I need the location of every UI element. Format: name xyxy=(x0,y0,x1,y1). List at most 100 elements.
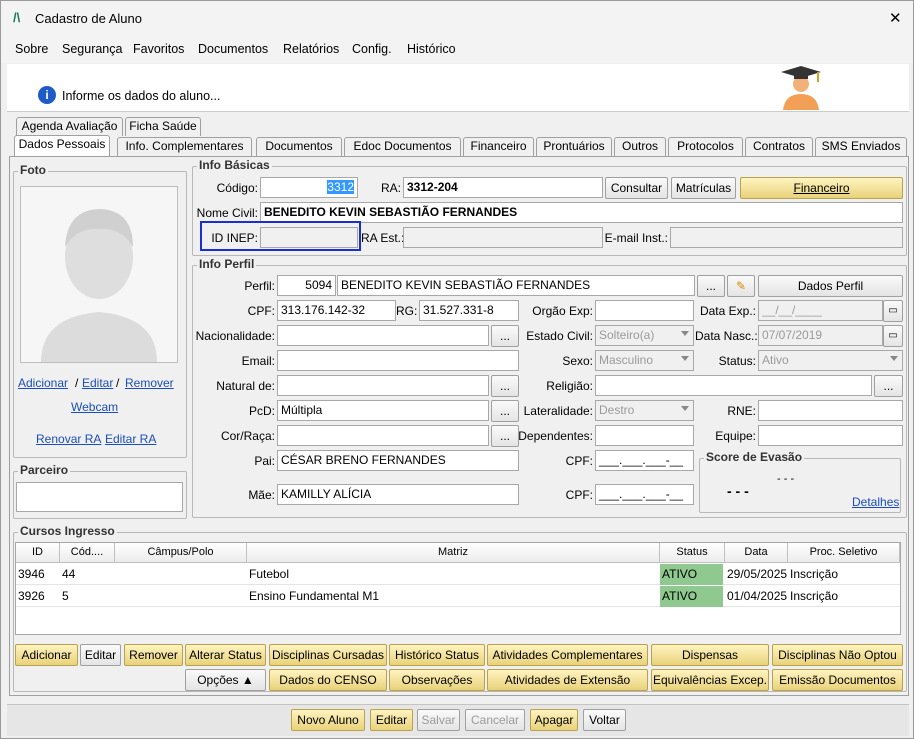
cor-raca-field[interactable] xyxy=(277,425,489,446)
tab-prontuarios[interactable]: Prontuários xyxy=(536,137,612,156)
tab-ficha-saude[interactable]: Ficha Saúde xyxy=(125,117,201,136)
detalhes-link[interactable]: Detalhes xyxy=(852,495,899,509)
tab-agenda-avaliacao[interactable]: Agenda Avaliação xyxy=(16,117,123,136)
calendar-icon[interactable]: ▭ xyxy=(883,300,903,322)
foto-adicionar-link[interactable]: Adicionar xyxy=(18,376,68,390)
perfil-nome-field[interactable]: BENEDITO KEVIN SEBASTIÃO FERNANDES xyxy=(337,275,695,296)
atividades-extensao-button[interactable]: Atividades de Extensão xyxy=(487,669,648,691)
dispensas-button[interactable]: Dispensas xyxy=(651,644,769,666)
calendar-icon[interactable]: ▭ xyxy=(883,325,903,347)
matriculas-button[interactable]: Matrículas xyxy=(671,177,736,199)
email-field[interactable] xyxy=(277,350,519,371)
menu-sobre[interactable]: Sobre xyxy=(15,42,48,56)
cell-id: 3946 xyxy=(18,567,45,581)
historico-status-button[interactable]: Histórico Status xyxy=(389,644,485,666)
financeiro-button[interactable]: Financeiro xyxy=(740,177,903,199)
col-status[interactable]: Status xyxy=(660,543,725,563)
ra-est-field[interactable] xyxy=(403,227,603,248)
estado-civil-select[interactable]: Solteiro(a) xyxy=(595,325,694,346)
salvar-button[interactable]: Salvar xyxy=(417,709,460,731)
menu-historico[interactable]: Histórico xyxy=(407,42,456,56)
pcd-field[interactable]: Múltipla xyxy=(277,400,489,421)
tab-outros[interactable]: Outros xyxy=(614,137,666,156)
voltar-button[interactable]: Voltar xyxy=(583,709,626,731)
tab-info-complementares[interactable]: Info. Complementares xyxy=(117,137,252,156)
equivalencias-button[interactable]: Equivalências Excep. xyxy=(651,669,769,691)
nome-civil-field[interactable]: BENEDITO KEVIN SEBASTIÃO FERNANDES xyxy=(260,202,903,223)
nacionalidade-field[interactable] xyxy=(277,325,489,346)
data-nasc-field[interactable]: 07/07/2019 xyxy=(758,325,883,346)
menu-documentos[interactable]: Documentos xyxy=(198,42,268,56)
menu-favoritos[interactable]: Favoritos xyxy=(133,42,184,56)
orgao-exp-field[interactable] xyxy=(595,300,694,321)
consultar-button[interactable]: Consultar xyxy=(605,177,668,199)
dependentes-field[interactable] xyxy=(595,425,694,446)
rne-field[interactable] xyxy=(758,400,903,421)
emissao-documentos-button[interactable]: Emissão Documentos xyxy=(772,669,903,691)
tab-documentos[interactable]: Documentos xyxy=(256,137,342,156)
col-proc-seletivo[interactable]: Proc. Seletivo xyxy=(788,543,900,563)
natural-search-button[interactable]: ... xyxy=(491,375,519,397)
disciplinas-nao-optou-button[interactable]: Disciplinas Não Optou xyxy=(772,644,903,666)
natural-de-field[interactable] xyxy=(277,375,489,396)
cor-search-button[interactable]: ... xyxy=(491,425,519,447)
perfil-id-field[interactable]: 5094 xyxy=(277,275,336,296)
dados-perfil-button[interactable]: Dados Perfil xyxy=(758,275,903,297)
pai-field[interactable]: CÉSAR BRENO FERNANDES xyxy=(277,450,519,471)
tab-sms-enviados[interactable]: SMS Enviados xyxy=(815,137,907,156)
webcam-link[interactable]: Webcam xyxy=(71,400,118,414)
cpf-field[interactable]: 313.176.142-32 xyxy=(277,300,396,321)
perfil-search-button[interactable]: ... xyxy=(697,275,725,297)
menu-seguranca[interactable]: Segurança xyxy=(62,42,122,56)
religiao-field[interactable] xyxy=(595,375,872,396)
close-icon[interactable]: ✕ xyxy=(889,9,902,27)
col-campus[interactable]: Câmpus/Polo xyxy=(115,543,247,563)
tab-edoc-documentos[interactable]: Edoc Documentos xyxy=(344,137,461,156)
cancelar-button[interactable]: Cancelar xyxy=(465,709,525,731)
apagar-button[interactable]: Apagar xyxy=(530,709,578,731)
renovar-ra-link[interactable]: Renovar RA xyxy=(36,432,101,446)
foto-editar-link[interactable]: Editar xyxy=(82,376,113,390)
editar-ra-link[interactable]: Editar RA xyxy=(105,432,156,446)
dados-censo-button[interactable]: Dados do CENSO xyxy=(269,669,387,691)
curso-adicionar-button[interactable]: Adicionar xyxy=(15,644,78,666)
sexo-select[interactable]: Masculino xyxy=(595,350,694,371)
novo-aluno-button[interactable]: Novo Aluno xyxy=(291,709,365,731)
menu-relatorios[interactable]: Relatórios xyxy=(283,42,339,56)
tab-dados-pessoais[interactable]: Dados Pessoais xyxy=(14,135,110,156)
rg-field[interactable]: 31.527.331-8 xyxy=(419,300,519,321)
parceiro-field[interactable] xyxy=(16,482,183,512)
alterar-status-button[interactable]: Alterar Status xyxy=(185,644,266,666)
observacoes-button[interactable]: Observações xyxy=(389,669,485,691)
lateralidade-select[interactable]: Destro xyxy=(595,400,694,421)
cpf-mae-field[interactable]: ___.___.___-__ xyxy=(595,484,694,505)
status-select[interactable]: Ativo xyxy=(758,350,903,371)
nacionalidade-search-button[interactable]: ... xyxy=(491,325,519,347)
cpf-pai-field[interactable]: ___.___.___-__ xyxy=(595,450,694,471)
email-inst-field[interactable] xyxy=(670,227,903,248)
footer-editar-button[interactable]: Editar xyxy=(370,709,413,731)
equipe-field[interactable] xyxy=(758,425,903,446)
col-data[interactable]: Data xyxy=(725,543,788,563)
codigo-field[interactable]: 3312 xyxy=(260,177,358,198)
foto-remover-link[interactable]: Remover xyxy=(125,376,174,390)
curso-remover-button[interactable]: Remover xyxy=(124,644,183,666)
mae-field[interactable]: KAMILLY ALÍCIA xyxy=(277,484,519,505)
curso-editar-button[interactable]: Editar xyxy=(80,644,121,666)
col-matriz[interactable]: Matriz xyxy=(247,543,660,563)
menu-config[interactable]: Config. xyxy=(352,42,392,56)
ra-field[interactable]: 3312-204 xyxy=(403,177,603,198)
data-exp-field[interactable]: __/__/____ xyxy=(758,300,883,321)
tab-financeiro[interactable]: Financeiro xyxy=(463,137,534,156)
pcd-search-button[interactable]: ... xyxy=(491,400,519,422)
col-id[interactable]: ID xyxy=(16,543,60,563)
opcoes-button[interactable]: Opções ▲ xyxy=(185,669,266,691)
tab-protocolos[interactable]: Protocolos xyxy=(668,137,743,156)
tab-contratos[interactable]: Contratos xyxy=(745,137,813,156)
atividades-complementares-button[interactable]: Atividades Complementares xyxy=(487,644,648,666)
id-inep-field[interactable] xyxy=(260,227,358,248)
col-cod[interactable]: Cód.... xyxy=(60,543,115,563)
disciplinas-cursadas-button[interactable]: Disciplinas Cursadas xyxy=(269,644,387,666)
perfil-edit-button[interactable]: ✎ xyxy=(727,275,755,297)
religiao-search-button[interactable]: ... xyxy=(874,375,903,397)
